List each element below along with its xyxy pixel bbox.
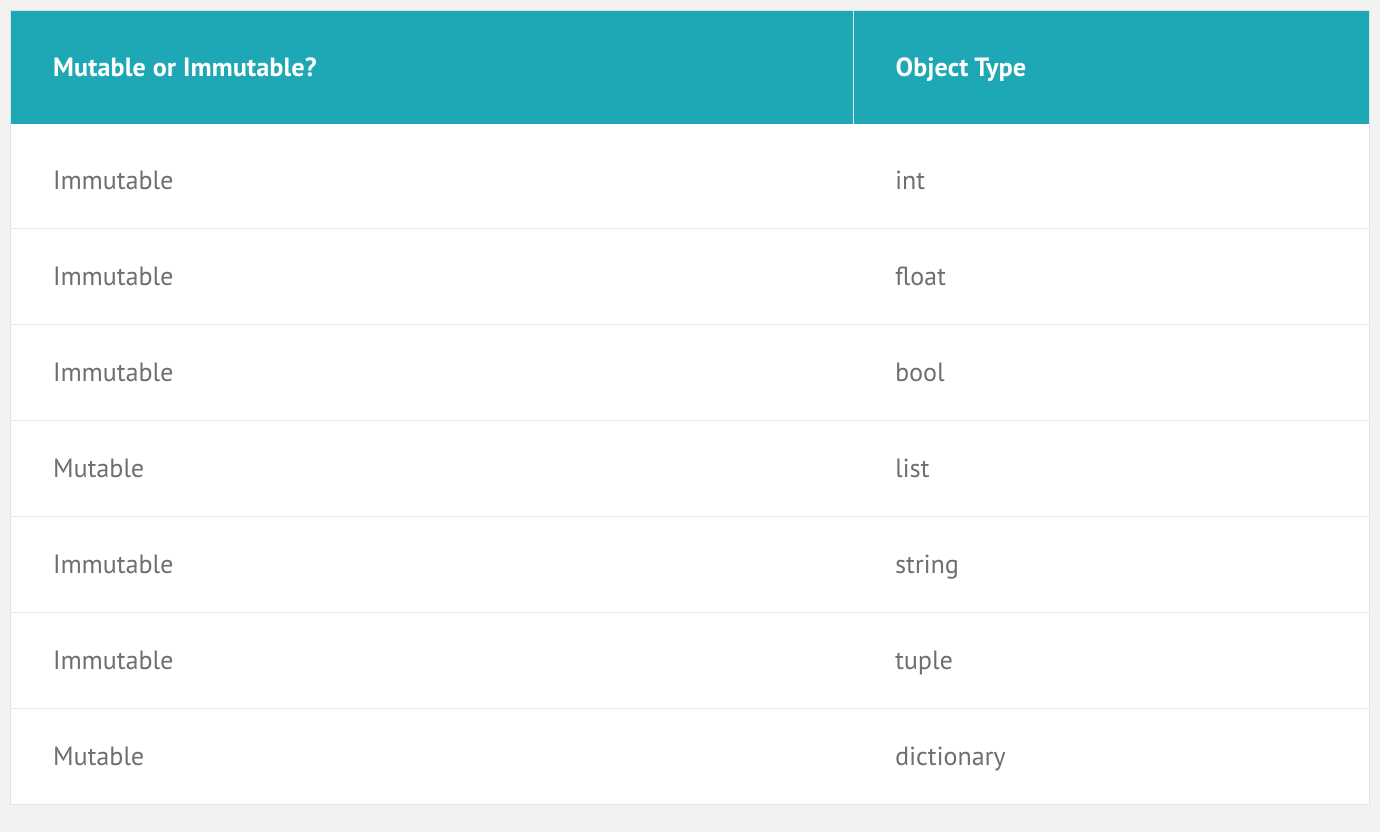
cell-object-type: float — [853, 229, 1369, 325]
table-row: Mutable dictionary — [11, 709, 1370, 805]
cell-mutability: Immutable — [11, 613, 854, 709]
mutability-table: Mutable or Immutable? Object Type Immuta… — [10, 10, 1370, 805]
header-object-type: Object Type — [853, 11, 1369, 125]
cell-mutability: Immutable — [11, 325, 854, 421]
cell-object-type: string — [853, 517, 1369, 613]
cell-mutability: Immutable — [11, 517, 854, 613]
cell-mutability: Immutable — [11, 229, 854, 325]
table-row: Immutable bool — [11, 325, 1370, 421]
cell-object-type: int — [853, 124, 1369, 229]
table-body: Immutable int Immutable float Immutable … — [11, 124, 1370, 805]
table-row: Immutable int — [11, 124, 1370, 229]
cell-object-type: bool — [853, 325, 1369, 421]
table-row: Immutable float — [11, 229, 1370, 325]
table-row: Immutable string — [11, 517, 1370, 613]
cell-object-type: dictionary — [853, 709, 1369, 805]
cell-mutability: Immutable — [11, 124, 854, 229]
cell-object-type: list — [853, 421, 1369, 517]
table-header: Mutable or Immutable? Object Type — [11, 11, 1370, 125]
cell-mutability: Mutable — [11, 709, 854, 805]
table-row: Mutable list — [11, 421, 1370, 517]
page-container: Mutable or Immutable? Object Type Immuta… — [0, 0, 1380, 805]
cell-object-type: tuple — [853, 613, 1369, 709]
header-mutability: Mutable or Immutable? — [11, 11, 854, 125]
cell-mutability: Mutable — [11, 421, 854, 517]
table-row: Immutable tuple — [11, 613, 1370, 709]
